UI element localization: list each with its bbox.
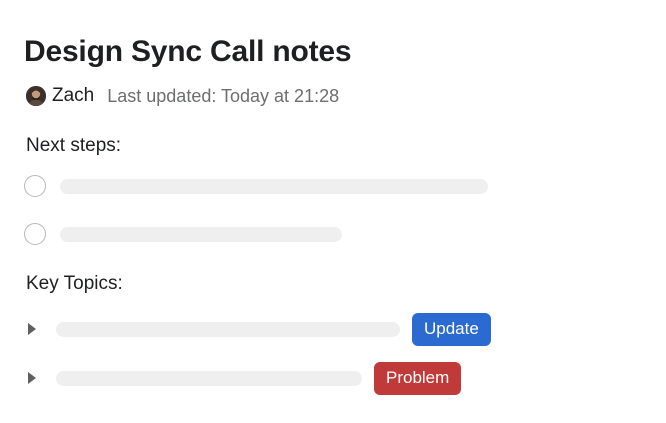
key-topics-heading: Key Topics: [26,273,123,294]
problem-tag[interactable]: Problem [374,361,462,395]
topic-row: Update [28,312,491,346]
next-steps-heading: Next steps: [26,135,122,156]
page-title: Design Sync Call notes [24,35,352,68]
avatar[interactable] [26,86,46,106]
last-updated-text: Last updated: Today at 21:28 [107,85,340,106]
update-tag[interactable]: Update [412,312,491,346]
task-row [24,222,342,246]
avatar-image [26,86,46,106]
topic-row: Problem [28,361,462,395]
task-placeholder[interactable] [60,178,488,194]
task-checkbox[interactable] [24,175,46,197]
topic-placeholder[interactable] [56,321,400,337]
expand-caret-icon[interactable] [28,323,36,335]
author-name[interactable]: Zach [52,85,94,107]
task-checkbox[interactable] [24,223,46,245]
topic-placeholder[interactable] [56,370,362,386]
task-row [24,174,488,198]
expand-caret-icon[interactable] [28,372,36,384]
note-metadata: Zach Last updated: Today at 21:28 [26,84,339,108]
task-placeholder[interactable] [60,226,342,242]
